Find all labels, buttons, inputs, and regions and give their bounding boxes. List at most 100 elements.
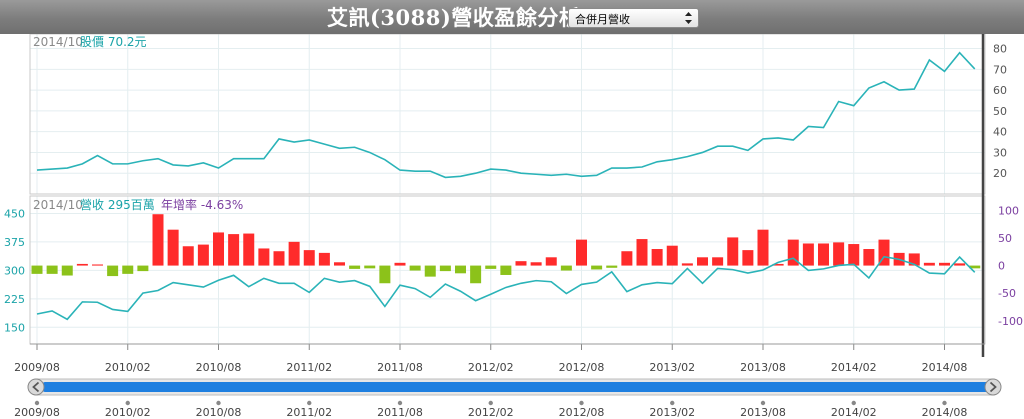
- yoy-bar: [228, 234, 240, 266]
- yoy-bar: [591, 265, 603, 270]
- navigator-dot: [34, 400, 40, 406]
- yoy-bar: [379, 265, 391, 284]
- navigator-dot: [397, 400, 403, 406]
- navigator-label: 2009/08: [14, 406, 60, 419]
- navigator-dot: [760, 400, 766, 406]
- navigator-label: 2014/08: [922, 406, 968, 419]
- navigator-right-handle: [984, 378, 1002, 396]
- navigator-dot: [670, 400, 675, 406]
- yoy-bar: [515, 261, 527, 266]
- yoy-bar: [152, 214, 164, 266]
- yoy-bar: [46, 265, 58, 274]
- navigator-dot: [851, 400, 856, 406]
- revenue-value-label: 營收 295百萬: [80, 198, 155, 212]
- navigator-left-handle: [27, 378, 45, 396]
- price-axis-tick-label: 80: [993, 43, 1007, 56]
- yoy-bar: [288, 241, 300, 266]
- revenue-axis-tick-label: 300: [4, 264, 25, 277]
- x-axis-tick-label: 2011/08: [377, 361, 423, 374]
- x-axis-tick-label: 2010/08: [196, 361, 242, 374]
- yoy-bar: [213, 232, 224, 266]
- navigator-label: 2014/02: [831, 406, 877, 419]
- yoy-bar: [76, 263, 88, 266]
- report-type-select[interactable]: 合併月營收: [568, 8, 699, 28]
- revenue-bars: [31, 214, 981, 284]
- yoy-bar: [606, 265, 618, 268]
- yoy-bar: [31, 265, 43, 274]
- yoy-bar: [545, 257, 557, 266]
- yoy-axis-tick-label: -100: [998, 315, 1023, 328]
- yoy-axis-tick-label: 100: [998, 204, 1019, 217]
- yoy-bar: [349, 265, 361, 269]
- x-axis-tick-label: 2009/08: [14, 361, 60, 374]
- x-axis-tick-label: 2010/02: [105, 361, 151, 374]
- price-value-label: 股價 70.2元: [80, 35, 147, 49]
- yoy-bar: [681, 263, 693, 266]
- revenue-axis-tick-label: 450: [4, 207, 25, 220]
- yoy-bar: [621, 251, 633, 266]
- yoy-axis-tick-label: 0: [998, 260, 1005, 273]
- navigator-dot: [942, 400, 947, 406]
- navigator-label: 2012/08: [559, 406, 605, 419]
- chart: 20 30 40 50 60 70 80 150 225 300 375 450 -100 -50 0 50 1…: [4, 34, 1023, 419]
- yoy-bar: [334, 262, 345, 266]
- x-axis-ticks: 2009/08 2010/02 2010/08 2011/02 2011/08 2012/…: [14, 343, 985, 374]
- yoy-value-label: 年增率 -4.63%: [161, 197, 243, 212]
- select-arrows-icon: [685, 12, 692, 24]
- yoy-bar: [848, 244, 860, 266]
- navigator-dot: [488, 400, 493, 406]
- navigator-label: 2010/08: [196, 406, 242, 419]
- x-axis-tick-label: 2014/02: [831, 361, 877, 374]
- yoy-bar: [757, 229, 769, 266]
- yoy-bar: [424, 265, 436, 277]
- yoy-bar: [455, 265, 466, 274]
- price-axis-tick-label: 60: [993, 84, 1007, 97]
- yoy-bar: [409, 265, 421, 271]
- yoy-bar: [273, 251, 285, 266]
- yoy-bar: [258, 248, 270, 266]
- yoy-bar: [697, 257, 708, 266]
- navigator-label: 2013/02: [649, 406, 695, 419]
- report-type-select-value: 合併月營收: [575, 13, 630, 26]
- revenue-axis-tick-label: 225: [4, 293, 25, 306]
- navigator-scrollbar[interactable]: [27, 378, 1002, 396]
- yoy-bar: [530, 262, 542, 266]
- x-axis-tick-label: 2014/08: [922, 361, 968, 374]
- yoy-bar: [651, 249, 663, 266]
- yoy-bar: [137, 265, 149, 272]
- yoy-bar: [923, 262, 935, 266]
- x-axis-tick-label: 2013/08: [740, 361, 786, 374]
- revenue-axis-tick-label: 150: [4, 321, 25, 334]
- page-title: 艾訊(3088)營收盈餘分析: [327, 5, 581, 30]
- revenue-date-label: 2014/10: [33, 198, 83, 212]
- yoy-bar: [182, 246, 194, 266]
- navigator-labels: 2009/08 2010/02 2010/08 2011/02 2011/08 2012/…: [14, 400, 968, 419]
- navigator-dot: [125, 400, 130, 406]
- navigator-dot: [216, 400, 221, 406]
- yoy-bar: [92, 264, 103, 266]
- chart-grid: [30, 34, 985, 344]
- x-axis-tick-label: 2013/02: [649, 361, 695, 374]
- yoy-bar: [863, 249, 875, 266]
- yoy-bar: [303, 250, 315, 266]
- yoy-bar: [742, 250, 754, 266]
- navigator-label: 2011/02: [286, 406, 332, 419]
- yoy-bar: [802, 243, 814, 266]
- yoy-bar: [666, 245, 678, 266]
- yoy-bar: [818, 243, 829, 266]
- yoy-bar: [727, 237, 739, 266]
- price-axis-tick-label: 20: [993, 167, 1007, 180]
- navigator-dot: [579, 400, 584, 406]
- yoy-bar: [318, 252, 330, 266]
- x-axis-tick-label: 2012/02: [468, 361, 514, 374]
- yoy-bar: [833, 242, 845, 266]
- yoy-bar: [470, 265, 482, 284]
- yoy-bar: [954, 263, 966, 266]
- navigator-label: 2011/08: [377, 406, 423, 419]
- yoy-bar: [364, 265, 376, 269]
- price-date-label: 2014/10: [33, 35, 83, 49]
- price-axis-tick-label: 30: [993, 146, 1007, 159]
- title-bar: 艾訊(3088)營收盈餘分析 合併月營收: [0, 0, 1024, 34]
- yoy-bar: [107, 265, 119, 277]
- navigator-label: 2010/02: [105, 406, 151, 419]
